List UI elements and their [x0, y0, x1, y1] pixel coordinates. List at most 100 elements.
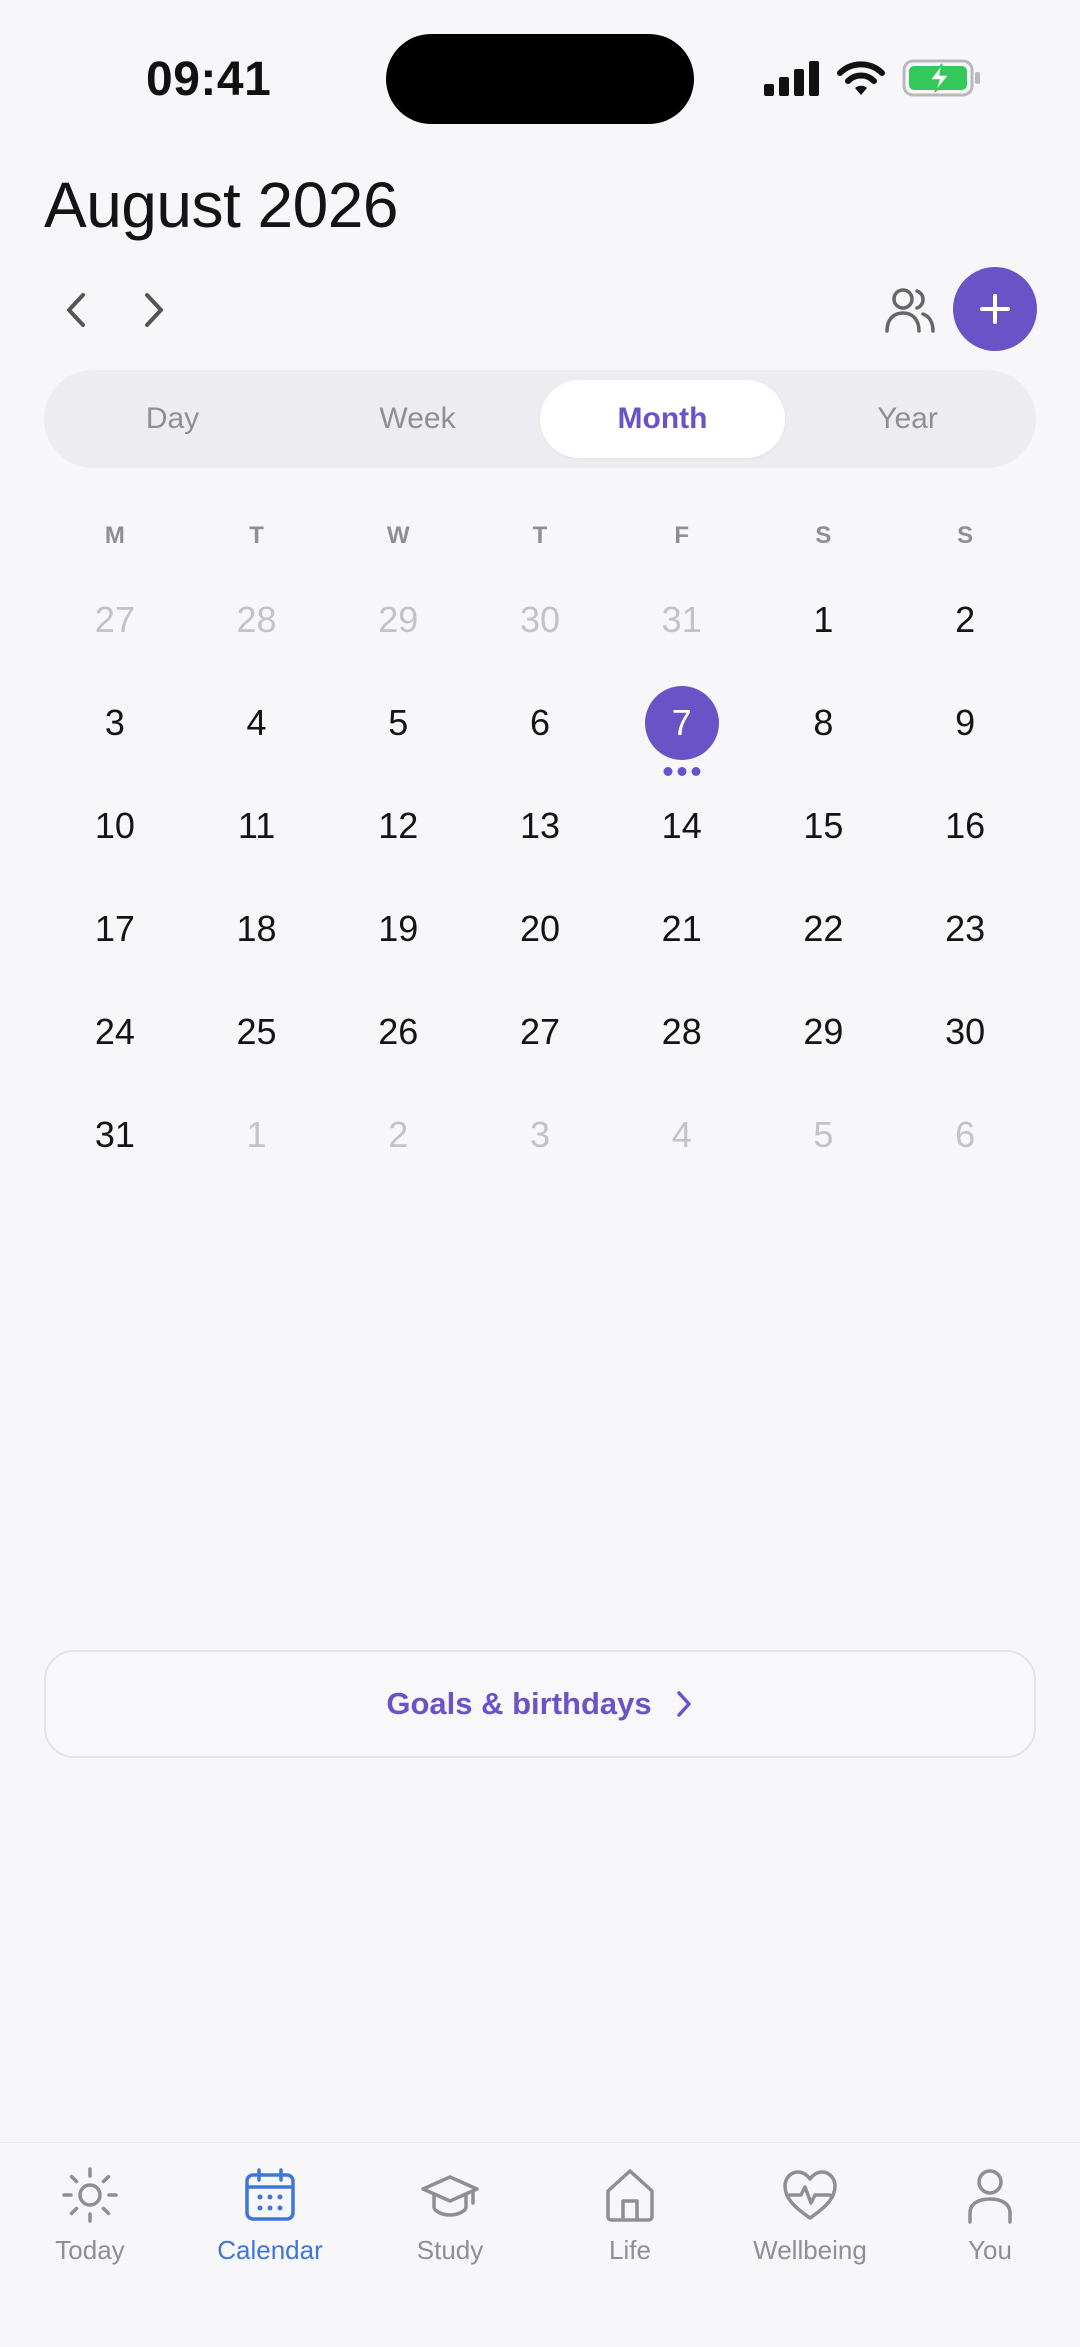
tab-label: You	[968, 2235, 1012, 2265]
calendar-day[interactable]: 31	[44, 1083, 186, 1186]
person-icon	[968, 2169, 1012, 2224]
home-icon	[606, 2169, 654, 2222]
calendar-day[interactable]: 9	[894, 671, 1036, 774]
calendar-day[interactable]: 30	[894, 980, 1036, 1083]
bottom-tab-bar: Today Calendar Study Life Wellbeing You	[0, 2142, 1080, 2347]
calendar-day[interactable]: 29	[753, 980, 895, 1083]
goals-birthdays-button[interactable]: Goals & birthdays	[44, 1650, 1036, 1758]
next-month-button[interactable]	[124, 280, 184, 340]
day-number: 29	[803, 1010, 844, 1052]
day-number: 25	[236, 1010, 277, 1052]
calendar-day[interactable]: 24	[44, 980, 186, 1083]
calendar-day-today[interactable]: 7	[611, 671, 753, 776]
weekday-label: T	[249, 522, 264, 549]
tab-label: Today	[55, 2235, 125, 2265]
calendar-day[interactable]: 13	[469, 774, 611, 877]
calendar-day[interactable]: 2	[894, 568, 1036, 671]
day-number: 12	[378, 804, 419, 846]
day-number: 10	[94, 804, 135, 846]
day-number: 28	[236, 598, 277, 640]
tab-month[interactable]: Month	[540, 380, 785, 458]
calendar-day[interactable]: 27	[469, 980, 611, 1083]
calendar-day[interactable]: 11	[186, 774, 328, 877]
dynamic-island	[386, 34, 694, 124]
shared-calendars-button[interactable]	[878, 278, 942, 342]
weekday-label: F	[674, 522, 690, 549]
calendar-day[interactable]: 14	[611, 774, 753, 877]
tab-study[interactable]: Study	[360, 2143, 540, 2347]
calendar-day[interactable]: 1	[186, 1083, 328, 1186]
day-number: 26	[378, 1010, 419, 1052]
day-number: 8	[813, 701, 834, 743]
status-icons	[764, 58, 982, 98]
day-number: 24	[94, 1010, 135, 1052]
calendar-day[interactable]: 27	[44, 568, 186, 671]
calendar-day[interactable]: 4	[186, 671, 328, 774]
day-number: 5	[388, 701, 409, 743]
calendar-day[interactable]: 29	[327, 568, 469, 671]
tab-you[interactable]: You	[900, 2143, 1080, 2347]
calendar-day[interactable]: 30	[469, 568, 611, 671]
calendar-day[interactable]: 12	[327, 774, 469, 877]
weekday-label: T	[532, 522, 548, 549]
previous-month-button[interactable]	[46, 280, 106, 340]
calendar-day[interactable]: 20	[469, 877, 611, 980]
tab-life[interactable]: Life	[540, 2143, 720, 2347]
tab-year[interactable]: Year	[785, 380, 1030, 458]
calendar-day[interactable]: 17	[44, 877, 186, 980]
calendar-day[interactable]: 4	[611, 1083, 753, 1186]
view-switcher: Day Week Month Year	[44, 370, 1036, 468]
calendar-day[interactable]: 10	[44, 774, 186, 877]
day-number: 2	[388, 1113, 409, 1155]
weekday-label: S	[815, 522, 832, 549]
calendar-day[interactable]: 28	[611, 980, 753, 1083]
tab-label: Life	[609, 2235, 651, 2265]
calendar-day[interactable]: 6	[894, 1083, 1036, 1186]
calendar-day[interactable]: 16	[894, 774, 1036, 877]
tab-day[interactable]: Day	[50, 380, 295, 458]
day-number: 18	[236, 907, 277, 949]
tab-calendar[interactable]: Calendar	[180, 2143, 360, 2347]
calendar-day[interactable]: 22	[753, 877, 895, 980]
weekday-label: M	[104, 522, 125, 549]
day-number: 13	[519, 804, 560, 846]
calendar-day[interactable]: 26	[327, 980, 469, 1083]
tab-label: Calendar	[217, 2235, 323, 2265]
calendar-day[interactable]: 8	[753, 671, 895, 774]
day-number: 2	[955, 598, 976, 640]
calendar-day[interactable]: 3	[469, 1083, 611, 1186]
calendar-day[interactable]: 5	[327, 671, 469, 774]
page-title: August 2026	[44, 169, 398, 241]
chevron-right-icon	[145, 293, 163, 327]
calendar-day[interactable]: 2	[327, 1083, 469, 1186]
calendar-day[interactable]: 23	[894, 877, 1036, 980]
day-number: 30	[519, 598, 560, 640]
calendar-day[interactable]: 5	[753, 1083, 895, 1186]
day-number: 30	[945, 1010, 986, 1052]
weekday-label: S	[957, 522, 974, 549]
tab-week[interactable]: Week	[295, 380, 540, 458]
calendar-day[interactable]: 6	[469, 671, 611, 774]
tab-label: Wellbeing	[753, 2235, 867, 2265]
calendar-day[interactable]: 25	[186, 980, 328, 1083]
month-grid: 27 28 29 30 31 1 2 3 4 5 6 7 8 9 10 11 12 13 14 15 16 17 18 19 2…	[44, 568, 1036, 1186]
tab-label: Study	[416, 2235, 484, 2265]
calendar-day[interactable]: 3	[44, 671, 186, 774]
day-number: 27	[94, 598, 135, 640]
calendar-day[interactable]: 15	[753, 774, 895, 877]
tab-today[interactable]: Today	[0, 2143, 180, 2347]
day-number: 19	[378, 907, 419, 949]
day-number: 6	[529, 701, 550, 743]
tab-wellbeing[interactable]: Wellbeing	[720, 2143, 900, 2347]
day-number: 6	[955, 1113, 976, 1155]
day-number: 31	[661, 598, 702, 640]
calendar-day[interactable]: 18	[186, 877, 328, 980]
calendar-day[interactable]: 1	[753, 568, 895, 671]
day-number: 4	[246, 701, 267, 743]
add-event-button[interactable]	[953, 267, 1037, 351]
calendar-day[interactable]: 21	[611, 877, 753, 980]
calendar-day[interactable]: 28	[186, 568, 328, 671]
day-number: 3	[104, 701, 125, 743]
calendar-day[interactable]: 19	[327, 877, 469, 980]
calendar-day[interactable]: 31	[611, 568, 753, 671]
